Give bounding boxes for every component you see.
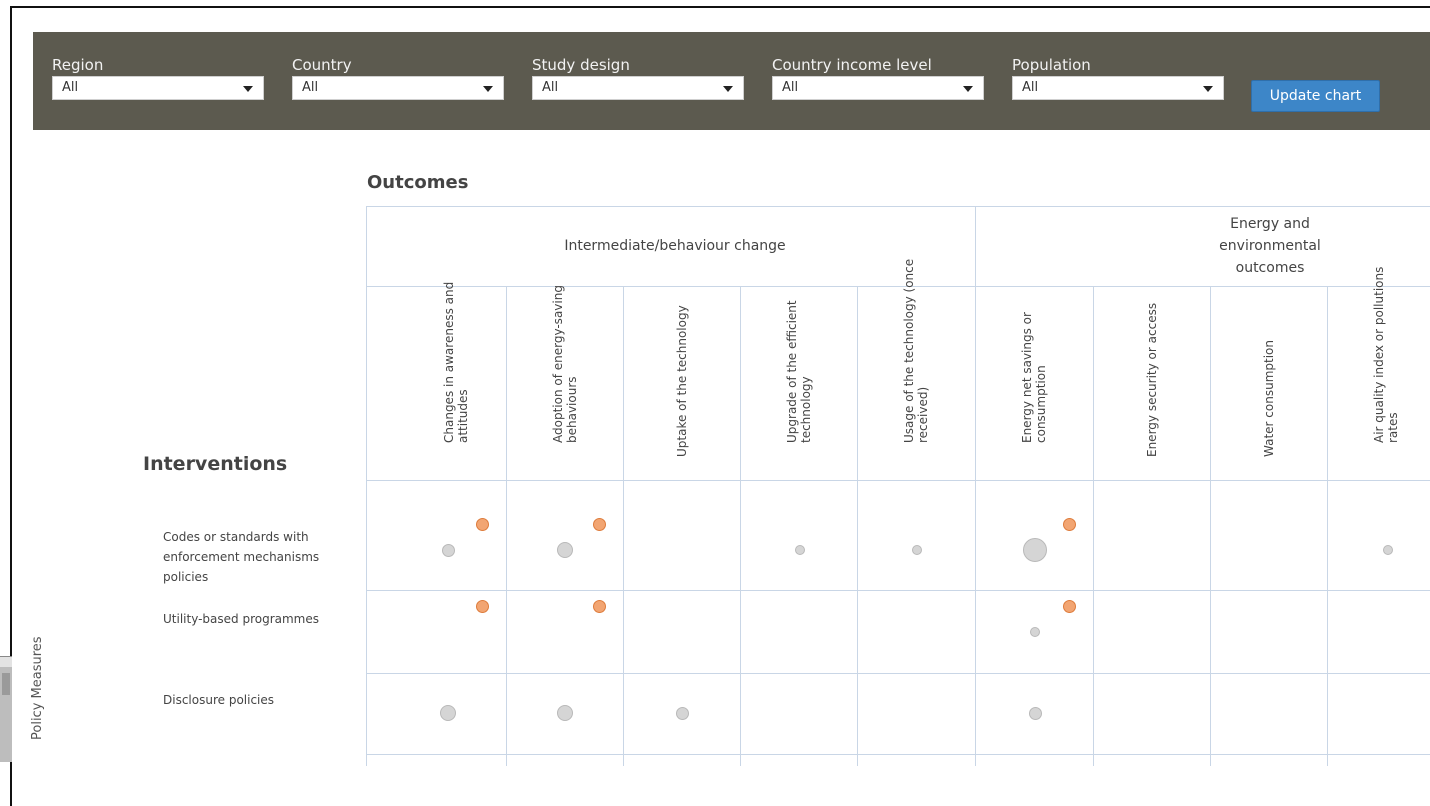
grey-evidence-marker[interactable] [1028,706,1042,720]
grid-line [366,206,367,766]
column-header-text: Upgrade of the efficient technology [784,300,813,443]
column-header-text: Changes in awareness and attitudes [441,281,470,443]
country-select[interactable]: All [292,76,504,100]
population-select[interactable]: All [1012,76,1224,100]
orange-evidence-marker[interactable] [1062,517,1076,531]
study-design-label: Study design [532,56,630,74]
grid-line [366,480,1430,481]
grey-evidence-marker[interactable] [557,542,573,558]
interventions-heading: Interventions [143,453,288,475]
region-select[interactable]: All [52,76,264,100]
column-header-text: Air quality index or pollutions rates [1371,266,1400,443]
column-header: Air quality index or pollutions rates [1327,267,1430,479]
study-design-select[interactable]: All [532,76,744,100]
column-header: Energy security or access [1093,287,1210,479]
country-filter: Country All [292,56,504,100]
row-label: Disclosure policies [163,693,275,707]
background-window-fragment [0,656,12,762]
region-label: Region [52,56,104,74]
column-header-text: Energy security or access [1144,302,1159,457]
orange-evidence-marker[interactable] [592,517,606,531]
population-filter: Population All [1012,56,1224,100]
region-select-value: All [62,80,79,95]
update-chart-button[interactable]: Update chart [1251,80,1380,112]
row-label: Utility-based programmes [163,612,319,626]
dropdown-caret-icon [1203,86,1213,92]
column-header: Uptake of the technology [623,287,740,479]
income-level-select[interactable]: All [772,76,984,100]
grey-evidence-marker[interactable] [440,705,456,721]
income-level-label: Country income level [772,56,932,74]
country-select-value: All [302,80,319,95]
column-header: Water consumption [1210,287,1327,479]
column-header-text: Energy net savings or consumption [1019,312,1048,443]
grey-evidence-marker[interactable] [675,706,689,720]
row-label: Codes or standards with enforcement mech… [163,530,320,584]
dropdown-caret-icon [963,86,973,92]
grid-line [366,754,1430,755]
orange-evidence-marker[interactable] [475,599,489,613]
grid-line [366,590,1430,591]
column-header: Upgrade of the efficient technology [740,287,857,479]
outcomes-heading: Outcomes [367,172,469,193]
grey-evidence-marker[interactable] [1383,545,1393,555]
region-filter: Region All [52,56,264,100]
dropdown-caret-icon [243,86,253,92]
column-header-text: Adoption of energy-saving behaviours [550,285,579,443]
column-header: Adoption of energy-saving behaviours [506,285,623,479]
population-label: Population [1012,56,1091,74]
orange-evidence-marker[interactable] [592,599,606,613]
study-design-select-value: All [542,80,559,95]
orange-evidence-marker[interactable] [1062,599,1076,613]
dropdown-caret-icon [483,86,493,92]
grey-evidence-marker[interactable] [912,545,922,555]
study-design-filter: Study design All [532,56,744,100]
grey-evidence-marker[interactable] [441,543,455,557]
filter-bar: Region All Country All Study design All … [33,32,1430,130]
policy-measures-label: Policy Measures [30,636,45,740]
income-level-filter: Country income level All [772,56,984,100]
income-level-select-value: All [782,80,799,95]
population-select-value: All [1022,80,1039,95]
column-header-text: Water consumption [1261,340,1276,457]
grey-evidence-marker[interactable] [557,705,573,721]
country-label: Country [292,56,352,74]
column-header: Energy net savings or consumption [975,287,1092,479]
grid-line [366,673,1430,674]
orange-evidence-marker[interactable] [475,517,489,531]
column-header-text: Usage of the technology (once received) [901,258,930,443]
grey-evidence-marker[interactable] [795,545,805,555]
column-header: Usage of the technology (once received) [857,259,974,479]
grey-evidence-marker[interactable] [1030,627,1040,637]
dropdown-caret-icon [723,86,733,92]
grey-evidence-marker[interactable] [1023,538,1047,562]
column-header: Changes in awareness and attitudes [397,282,514,479]
column-header-text: Uptake of the technology [674,305,689,457]
